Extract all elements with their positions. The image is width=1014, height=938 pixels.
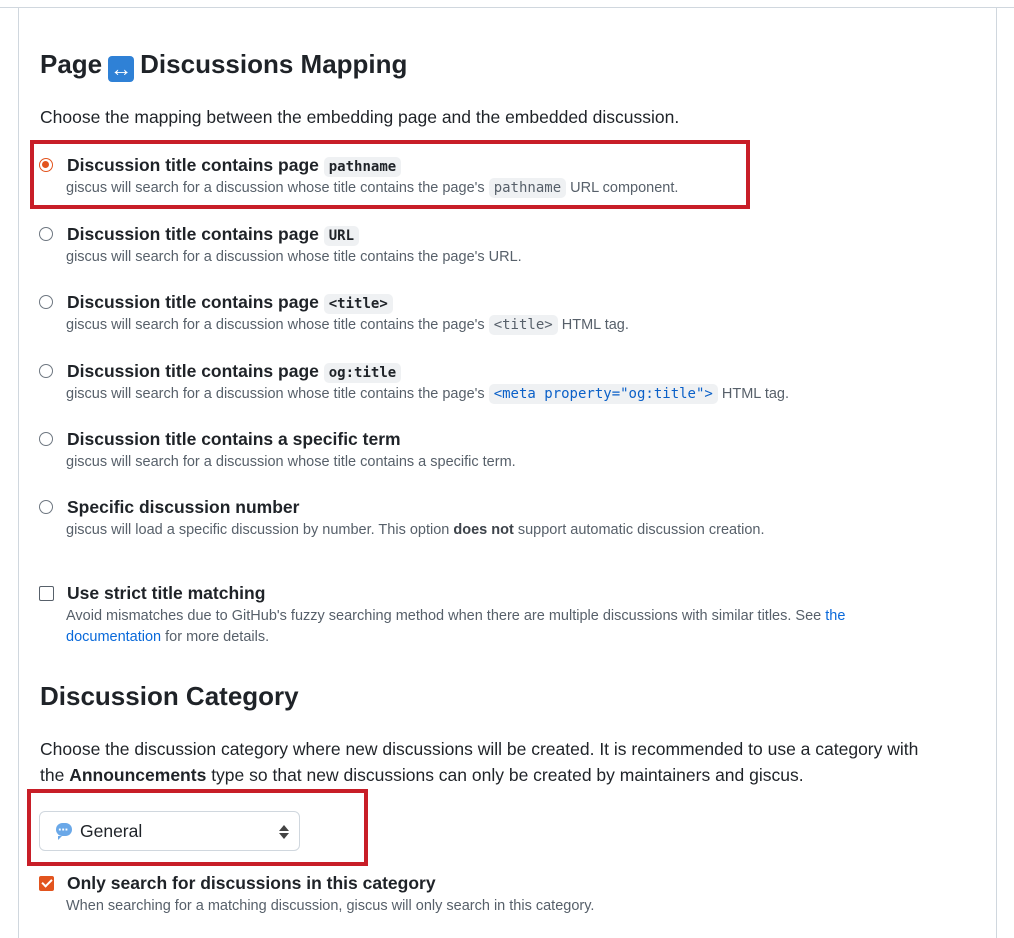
option-description: When searching for a matching discussion… — [66, 898, 595, 914]
option-description: giscus will search for a discussion whos… — [66, 384, 790, 404]
option-description: giscus will search for a discussion whos… — [66, 454, 516, 470]
option-title[interactable]: Specific discussion number — [67, 495, 299, 519]
radio-title[interactable] — [39, 295, 53, 309]
category-heading: Discussion Category — [40, 681, 299, 711]
strict-title-checkbox[interactable] — [39, 586, 54, 601]
option-description: giscus will search for a discussion whos… — [66, 315, 629, 335]
option-title[interactable]: Use strict title matching — [67, 581, 265, 605]
strict-title-description: Avoid mismatches due to GitHub's fuzzy s… — [66, 608, 846, 645]
category-description: Choose the discussion category where new… — [40, 739, 919, 785]
heading-text-end: Discussions Mapping — [140, 49, 408, 79]
mapping-heading: Page ↔ Discussions Mapping — [40, 49, 407, 82]
highlight-box-category — [27, 789, 368, 866]
left-right-arrow-icon: ↔ — [108, 56, 135, 82]
option-title[interactable]: Discussion title contains a specific ter… — [67, 427, 401, 451]
option-description: giscus will load a specific discussion b… — [66, 522, 765, 538]
option-title[interactable]: Only search for discussions in this cate… — [67, 871, 436, 895]
radio-url[interactable] — [39, 227, 53, 241]
mapping-description: Choose the mapping between the embedding… — [40, 107, 680, 127]
option-title[interactable]: Discussion title contains page og:title — [67, 359, 402, 385]
highlight-box-mapping — [30, 140, 750, 209]
option-title[interactable]: Discussion title contains page <title> — [67, 290, 393, 316]
option-description: giscus will search for a discussion whos… — [66, 249, 522, 265]
radio-number[interactable] — [39, 500, 53, 514]
only-search-category-checkbox[interactable] — [39, 876, 54, 891]
option-title[interactable]: Discussion title contains page URL — [67, 222, 360, 248]
radio-og-title[interactable] — [39, 364, 53, 378]
heading-text-start: Page — [40, 49, 103, 79]
radio-specific-term[interactable] — [39, 432, 53, 446]
documentation-link-the[interactable]: the — [825, 608, 845, 624]
documentation-link[interactable]: documentation — [66, 629, 161, 645]
